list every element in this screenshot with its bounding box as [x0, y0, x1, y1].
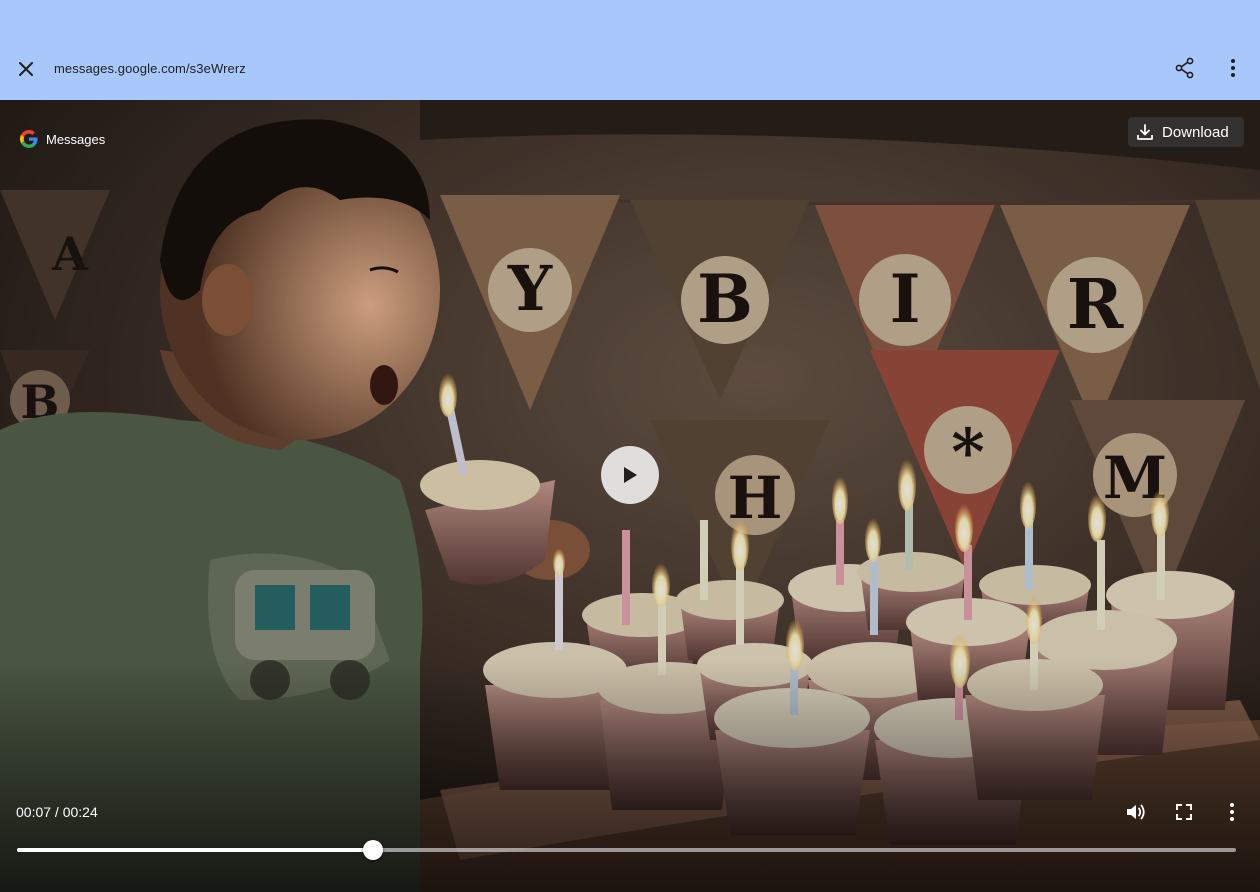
time-display: 00:07 / 00:24	[16, 804, 98, 820]
player-options-button[interactable]	[1218, 798, 1246, 826]
more-vert-icon	[1230, 803, 1234, 821]
top-app-bar: messages.google.com/s3eWrerz	[0, 0, 1260, 100]
seek-bar[interactable]	[17, 840, 1236, 860]
share-button[interactable]	[1171, 54, 1199, 82]
fullscreen-icon	[1176, 804, 1192, 820]
brand-label: Messages	[46, 131, 106, 147]
controls-scrim	[0, 660, 1260, 892]
download-label: Download	[1162, 123, 1229, 141]
download-icon	[1137, 124, 1153, 140]
fullscreen-button[interactable]	[1170, 798, 1198, 826]
close-icon	[19, 62, 33, 76]
video-player[interactable]: Y B I R H * M A B Messages Download 00:0…	[0, 100, 1260, 892]
more-options-button[interactable]	[1219, 54, 1247, 82]
messages-brand: Messages	[20, 130, 105, 148]
page-url: messages.google.com/s3eWrerz	[54, 61, 246, 76]
google-g-icon	[20, 130, 38, 148]
seek-progress	[17, 848, 373, 852]
play-icon	[624, 467, 637, 483]
more-vert-icon	[1231, 59, 1235, 77]
volume-button[interactable]	[1122, 798, 1150, 826]
seek-thumb[interactable]	[362, 840, 383, 860]
share-icon	[1175, 57, 1194, 79]
play-button[interactable]	[601, 446, 659, 504]
volume-icon	[1127, 804, 1145, 820]
close-button[interactable]	[12, 55, 40, 83]
download-button[interactable]: Download	[1128, 117, 1244, 147]
